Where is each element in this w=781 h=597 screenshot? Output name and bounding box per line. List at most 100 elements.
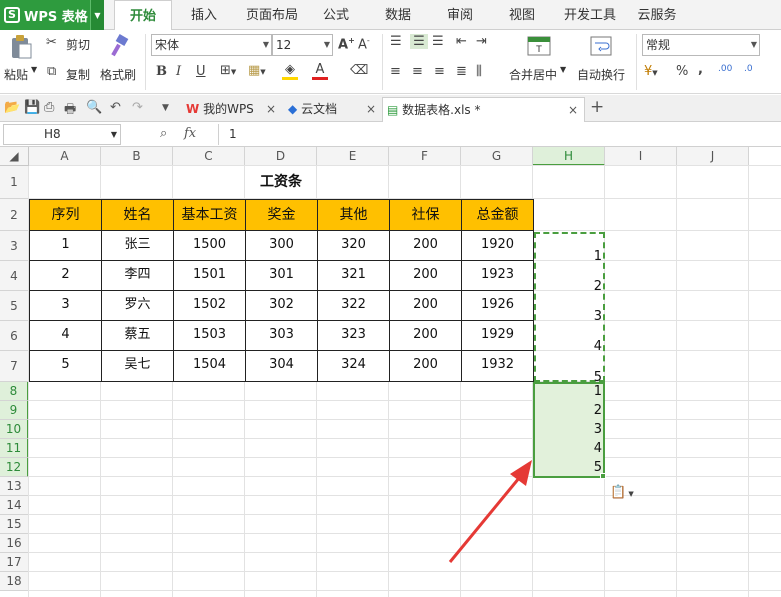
table-cell[interactable]: 吴七 bbox=[101, 350, 174, 382]
table-cell[interactable]: 200 bbox=[389, 230, 462, 261]
row-header-6[interactable]: 6 bbox=[0, 321, 29, 351]
increase-decimal-button[interactable]: .00 bbox=[718, 64, 732, 74]
column-header-b[interactable]: B bbox=[101, 147, 173, 166]
table-cell[interactable]: 1932 bbox=[461, 350, 534, 382]
table-cell[interactable]: 1926 bbox=[461, 290, 534, 321]
table-cell[interactable]: 李四 bbox=[101, 260, 174, 291]
table-cell[interactable]: 1500 bbox=[173, 230, 246, 261]
underline-icon[interactable]: U bbox=[196, 64, 206, 79]
table-cell[interactable]: 1 bbox=[29, 230, 102, 261]
row-header-8[interactable]: 8 bbox=[0, 382, 29, 401]
chevron-down-icon[interactable]: ▼ bbox=[90, 0, 104, 30]
table-cell[interactable]: 1923 bbox=[461, 260, 534, 291]
table-cell[interactable]: 罗六 bbox=[101, 290, 174, 321]
row-header-4[interactable]: 4 bbox=[0, 261, 29, 291]
spreadsheet-grid[interactable]: ◢ ABCDEFGHIJ 1 2 3 4 5 6 7 8 9 10 11 12 13 14 15 16 17 18… bbox=[0, 147, 781, 597]
sheet-title[interactable]: 工资条 bbox=[29, 166, 533, 199]
paste-dropdown-icon[interactable]: ▼ bbox=[31, 65, 37, 74]
table-cell[interactable]: 1504 bbox=[173, 350, 246, 382]
table-cell[interactable]: 1502 bbox=[173, 290, 246, 321]
number-format-select[interactable]: 常规 ▼ bbox=[642, 34, 760, 56]
tab-review[interactable]: 审阅 bbox=[440, 0, 480, 30]
paste-icon[interactable] bbox=[8, 34, 34, 60]
column-header-f[interactable]: F bbox=[389, 147, 461, 166]
h-pasted-cell[interactable]: 5 bbox=[533, 458, 605, 477]
copy-button[interactable]: 复制 bbox=[66, 66, 90, 83]
table-cell[interactable]: 1920 bbox=[461, 230, 534, 261]
format-painter-icon[interactable] bbox=[108, 34, 132, 62]
zoom-search-icon[interactable]: ⌕ bbox=[160, 126, 167, 141]
increase-font-icon[interactable]: A+ bbox=[338, 36, 355, 52]
column-header-a[interactable]: A bbox=[29, 147, 101, 166]
distributed-icon[interactable]: ⫼ bbox=[476, 64, 482, 79]
open-folder-icon[interactable]: 📂 bbox=[4, 100, 20, 115]
decrease-decimal-button[interactable]: .0 bbox=[744, 64, 753, 74]
h-copied-cell[interactable]: 3 bbox=[533, 291, 605, 324]
font-name-select[interactable]: 宋体 ▼ bbox=[151, 34, 272, 56]
function-fx-icon[interactable]: fx bbox=[184, 126, 196, 141]
table-cell[interactable]: 200 bbox=[389, 320, 462, 351]
table-cell[interactable]: 303 bbox=[245, 320, 318, 351]
table-cell[interactable]: 200 bbox=[389, 290, 462, 321]
column-header-c[interactable]: C bbox=[173, 147, 245, 166]
row-header-3[interactable]: 3 bbox=[0, 231, 29, 261]
new-tab-plus-icon[interactable]: + bbox=[590, 97, 604, 117]
table-cell[interactable]: 304 bbox=[245, 350, 318, 382]
row-header-11[interactable]: 11 bbox=[0, 439, 29, 458]
h-copied-cell[interactable]: 2 bbox=[533, 261, 605, 294]
redo-icon[interactable]: ↷ bbox=[132, 100, 143, 115]
tab-cloud-service[interactable]: 云服务 bbox=[632, 0, 682, 30]
indent-increase-icon[interactable]: ⇥ bbox=[476, 34, 487, 49]
row-header-17[interactable]: 17 bbox=[0, 553, 29, 572]
row-header-16[interactable]: 16 bbox=[0, 534, 29, 553]
table-cell[interactable]: 300 bbox=[245, 230, 318, 261]
paste-options-icon[interactable]: 📋 ▼ bbox=[610, 485, 634, 500]
wps-app-menu-button[interactable]: S WPS 表格 ▼ bbox=[0, 0, 104, 30]
fill-color-icon[interactable]: ◈ bbox=[282, 62, 298, 80]
wrap-text-button[interactable]: 自动换行 bbox=[577, 66, 625, 83]
tab-insert[interactable]: 插入 bbox=[180, 0, 228, 30]
table-cell[interactable]: 1501 bbox=[173, 260, 246, 291]
copy-icon[interactable]: ⧉ bbox=[47, 64, 56, 79]
table-cell[interactable]: 320 bbox=[317, 230, 390, 261]
h-pasted-cell[interactable]: 3 bbox=[533, 420, 605, 439]
column-header-j[interactable]: J bbox=[677, 147, 749, 166]
italic-icon[interactable]: I bbox=[176, 64, 181, 79]
h-pasted-cell[interactable]: 1 bbox=[533, 382, 605, 401]
format-painter-button[interactable]: 格式刷 bbox=[100, 66, 136, 83]
paste-button[interactable]: 粘贴 bbox=[4, 66, 28, 83]
table-cell[interactable]: 1503 bbox=[173, 320, 246, 351]
decrease-font-icon[interactable]: A- bbox=[358, 36, 370, 52]
tab-data[interactable]: 数据 bbox=[378, 0, 418, 30]
align-middle-icon[interactable]: ☰ bbox=[410, 34, 428, 49]
h-pasted-cell[interactable]: 2 bbox=[533, 401, 605, 420]
cut-button[interactable]: 剪切 bbox=[66, 36, 90, 53]
font-color-icon[interactable]: A bbox=[312, 62, 328, 80]
close-icon[interactable]: × bbox=[568, 98, 578, 122]
column-header-i[interactable]: I bbox=[605, 147, 677, 166]
header-cell[interactable]: 基本工资 bbox=[173, 199, 246, 231]
comma-style-button[interactable]: , bbox=[698, 62, 703, 77]
h-copied-cell[interactable]: 1 bbox=[533, 231, 605, 264]
tab-page-layout[interactable]: 页面布局 bbox=[240, 0, 304, 30]
row-header-9[interactable]: 9 bbox=[0, 401, 29, 420]
header-cell[interactable]: 社保 bbox=[389, 199, 462, 231]
row-header-2[interactable]: 2 bbox=[0, 199, 29, 231]
tab-formulas[interactable]: 公式 bbox=[316, 0, 356, 30]
row-header-18[interactable]: 18 bbox=[0, 572, 29, 591]
export-pdf-icon[interactable]: ⎙ bbox=[44, 100, 54, 115]
currency-icon[interactable]: ¥▼ bbox=[644, 64, 658, 79]
row-header-1[interactable]: 1 bbox=[0, 166, 29, 199]
border-icon[interactable]: ⊞▼ bbox=[220, 63, 236, 78]
bold-icon[interactable]: B bbox=[156, 64, 167, 79]
h-copied-cell[interactable]: 4 bbox=[533, 321, 605, 354]
header-cell[interactable]: 姓名 bbox=[101, 199, 174, 231]
column-header-e[interactable]: E bbox=[317, 147, 389, 166]
save-icon[interactable]: 💾 bbox=[24, 100, 40, 115]
tab-view[interactable]: 视图 bbox=[502, 0, 542, 30]
close-icon[interactable]: × bbox=[366, 97, 376, 121]
table-cell[interactable]: 200 bbox=[389, 350, 462, 382]
name-box[interactable]: H8 ▼ bbox=[3, 124, 121, 145]
table-cell[interactable]: 321 bbox=[317, 260, 390, 291]
justify-icon[interactable]: ≣ bbox=[456, 64, 467, 79]
